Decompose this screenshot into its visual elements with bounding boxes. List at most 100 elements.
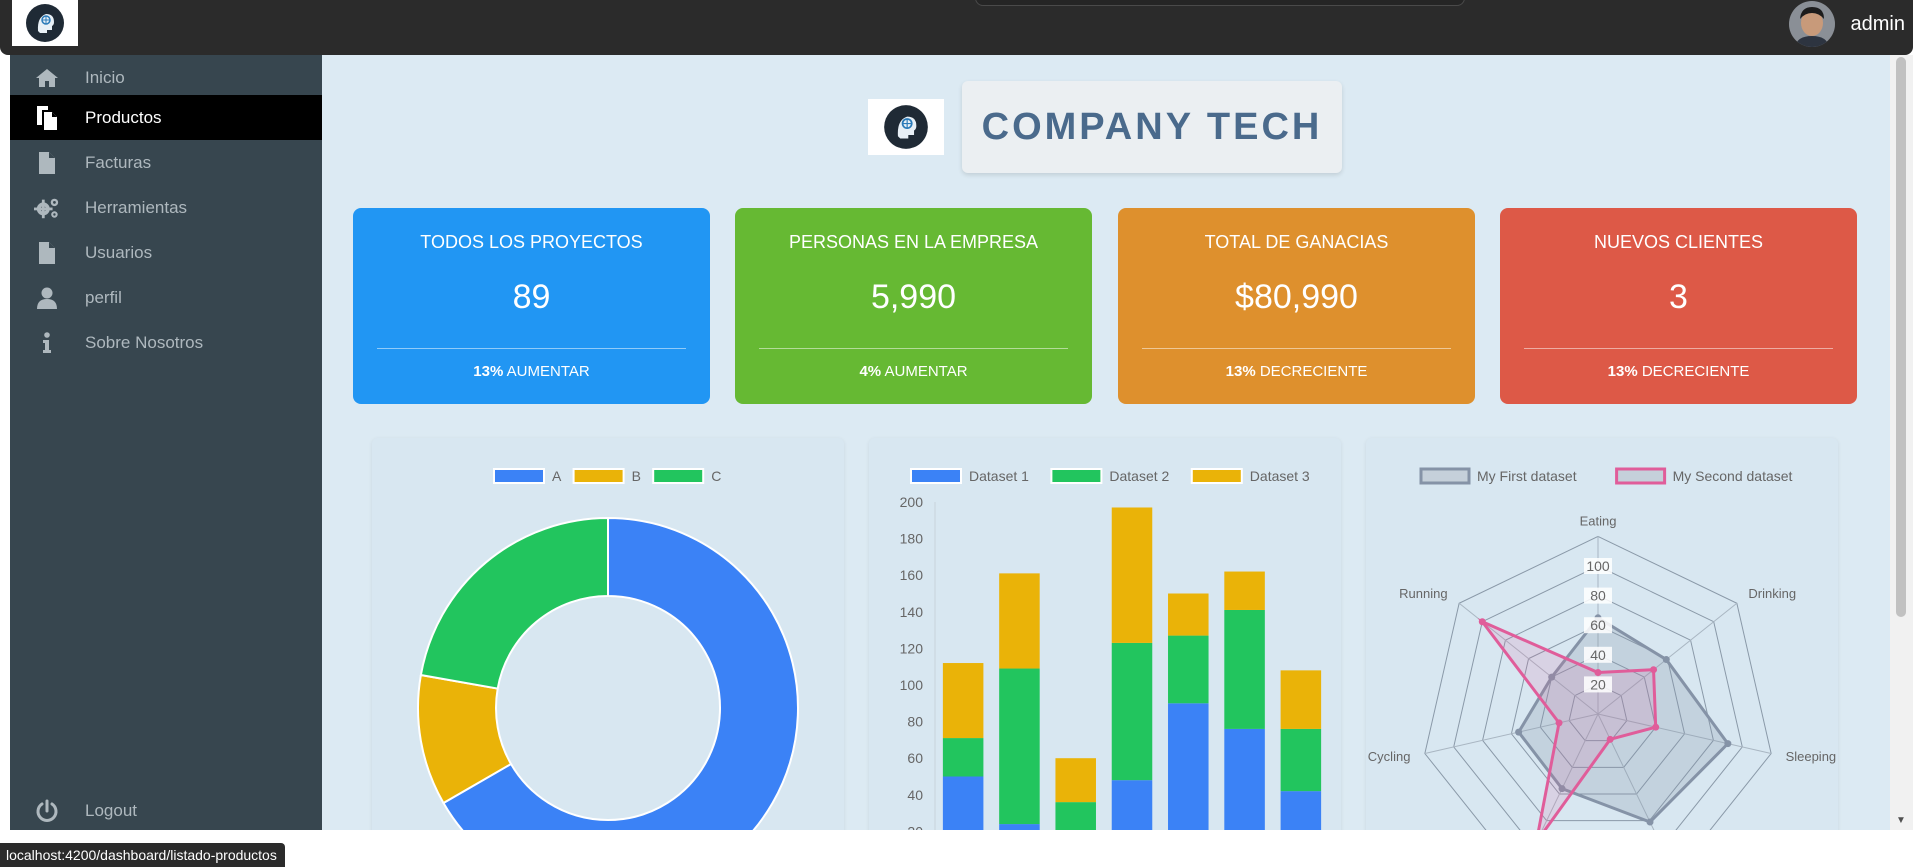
bar-segment-dataset-2 (1224, 609, 1265, 729)
y-tick-label: 40 (907, 787, 923, 803)
legend-swatch (1190, 468, 1243, 484)
stat-trend: 13% AUMENTAR (353, 363, 710, 380)
file-icon (34, 150, 60, 176)
stat-value: $80,990 (1235, 278, 1358, 316)
sidebar: Inicio Productos Facturas Herramientas U… (10, 55, 322, 830)
stat-value: 89 (512, 278, 551, 316)
stat-trend-label: DECRECIENTE (1641, 363, 1750, 380)
bar-segment-dataset-1 (1168, 703, 1209, 830)
user-photo-icon (1788, 1, 1835, 47)
radar-axis-label: Drinking (1748, 586, 1796, 601)
scroll-down-arrow-icon[interactable]: ▼ (1896, 815, 1906, 826)
bar-segment-dataset-2 (942, 738, 984, 777)
stat-title: TOTAL DE GANACIAS (1204, 232, 1389, 252)
sidebar-item-usuarios[interactable]: Usuarios (10, 230, 322, 275)
main-content: COMPANY TECH TODOS LOS PROYECTOS 89 13% … (322, 55, 1890, 830)
avatar[interactable] (1788, 1, 1835, 47)
bar-segment-dataset-1 (942, 776, 984, 830)
stat-percent: 13% (1607, 363, 1638, 380)
power-icon (34, 798, 60, 824)
legend-label: Dataset 1 (969, 468, 1029, 484)
bar-chart-panel: Dataset 1 Dataset 2 Dataset 3 200 180 160 140 1… (869, 438, 1341, 830)
stat-divider (1524, 348, 1833, 349)
radar-axis-label: Running (1399, 586, 1447, 601)
radar-axis-label: Eating (1580, 514, 1617, 529)
logout-button[interactable]: Logout (10, 788, 322, 833)
y-tick-label: 180 (900, 531, 924, 547)
bar-segment-dataset-2 (1111, 642, 1153, 781)
y-tick-label: 60 (907, 750, 923, 766)
y-tick-label: 140 (900, 604, 924, 620)
bar-segment-dataset-3 (942, 663, 984, 739)
radar-tick-label: 40 (1590, 647, 1606, 663)
stat-percent: 4% (859, 363, 882, 380)
stat-trend: 13% DECRECIENTE (1118, 363, 1475, 380)
legend-swatch (652, 468, 705, 484)
stat-value: 5,990 (870, 278, 957, 316)
scrollbar[interactable]: ▼ (1890, 55, 1913, 830)
legend-label: Dataset 2 (1109, 468, 1169, 484)
sidebar-item-label: Inicio (85, 67, 125, 87)
legend-swatch (572, 468, 625, 484)
radar-chart-panel: My First dataset My Second dataset 20 40 60 8… (1366, 438, 1838, 830)
sidebar-item-inicio[interactable]: Inicio (10, 55, 322, 100)
stat-trend: 13% DECRECIENTE (1500, 363, 1857, 380)
radar-axis-label: Sleeping (1786, 749, 1837, 764)
radar-tick-label: 20 (1590, 676, 1606, 692)
copy-icon (34, 105, 60, 131)
page-title: COMPANY TECH (981, 105, 1323, 148)
stat-value: 3 (1669, 278, 1688, 316)
stat-trend-label: AUMENTAR (884, 363, 968, 380)
doughnut-chart: A B C (417, 468, 799, 830)
doughnut-chart-panel: A B C (372, 438, 844, 830)
sidebar-item-herramientas[interactable]: Herramientas (10, 185, 322, 230)
user-menu[interactable]: admin (1788, 0, 1913, 48)
sidebar-item-label: Herramientas (85, 197, 188, 217)
legend-label: C (711, 468, 721, 484)
bar-segment-dataset-1 (1280, 791, 1322, 830)
stat-percent: 13% (1225, 363, 1256, 380)
y-tick-label: 100 (900, 677, 924, 693)
bar-segment-dataset-3 (1224, 571, 1265, 610)
stat-trend-label: AUMENTAR (506, 363, 590, 380)
stat-card-ganancias: TOTAL DE GANACIAS $80,990 13% DECRECIENT… (1118, 208, 1475, 404)
radar-point (1646, 818, 1654, 826)
bar-segment-dataset-3 (1055, 758, 1096, 803)
user-name[interactable]: admin (1851, 13, 1905, 36)
sidebar-item-sobre-nosotros[interactable]: Sobre Nosotros (10, 320, 322, 365)
legend-label: B (632, 468, 641, 484)
stat-title: PERSONAS EN LA EMPRESA (788, 232, 1039, 252)
radar-tick-label: 80 (1590, 588, 1606, 604)
bar-segment-dataset-1 (1111, 780, 1153, 830)
logout-label: Logout (85, 800, 137, 820)
sidebar-item-productos[interactable]: Productos (10, 95, 322, 140)
search-bar[interactable] (975, 0, 1465, 6)
y-tick-label: 120 (900, 640, 924, 656)
scrollbar-thumb[interactable] (1896, 57, 1906, 617)
radar-point (1515, 728, 1523, 736)
file-icon (34, 240, 60, 266)
radar-chart: My First dataset My Second dataset 20 40 60 8… (1368, 467, 1837, 830)
app-logo[interactable] (12, 0, 78, 46)
sidebar-item-perfil[interactable]: perfil (10, 275, 322, 320)
y-tick-label: 200 (900, 494, 924, 510)
brain-head-logo-icon (884, 105, 928, 149)
bar-segment-dataset-2 (1280, 728, 1322, 792)
bar-segment-dataset-3 (999, 573, 1040, 669)
stat-trend: 4% AUMENTAR (735, 363, 1092, 380)
radar-axis-label: Cycling (1368, 749, 1411, 764)
doughnut-slice-c (419, 516, 609, 690)
stat-title: TODOS LOS PROYECTOS (420, 232, 643, 252)
stat-divider (759, 348, 1068, 349)
legend-label: My First dataset (1477, 468, 1577, 484)
sidebar-item-label: perfil (85, 287, 122, 307)
radar-point (1662, 656, 1670, 664)
stat-card-clientes: NUEVOS CLIENTES 3 13% DECRECIENTE (1500, 208, 1857, 404)
radar-point (1555, 719, 1563, 727)
stat-divider (1142, 348, 1451, 349)
bar-segment-dataset-2 (1055, 802, 1096, 830)
page-bottom (0, 830, 1913, 867)
sidebar-item-facturas[interactable]: Facturas (10, 140, 322, 185)
stat-card-personas: PERSONAS EN LA EMPRESA 5,990 4% AUMENTAR (735, 208, 1092, 404)
radar-point (1650, 666, 1658, 674)
